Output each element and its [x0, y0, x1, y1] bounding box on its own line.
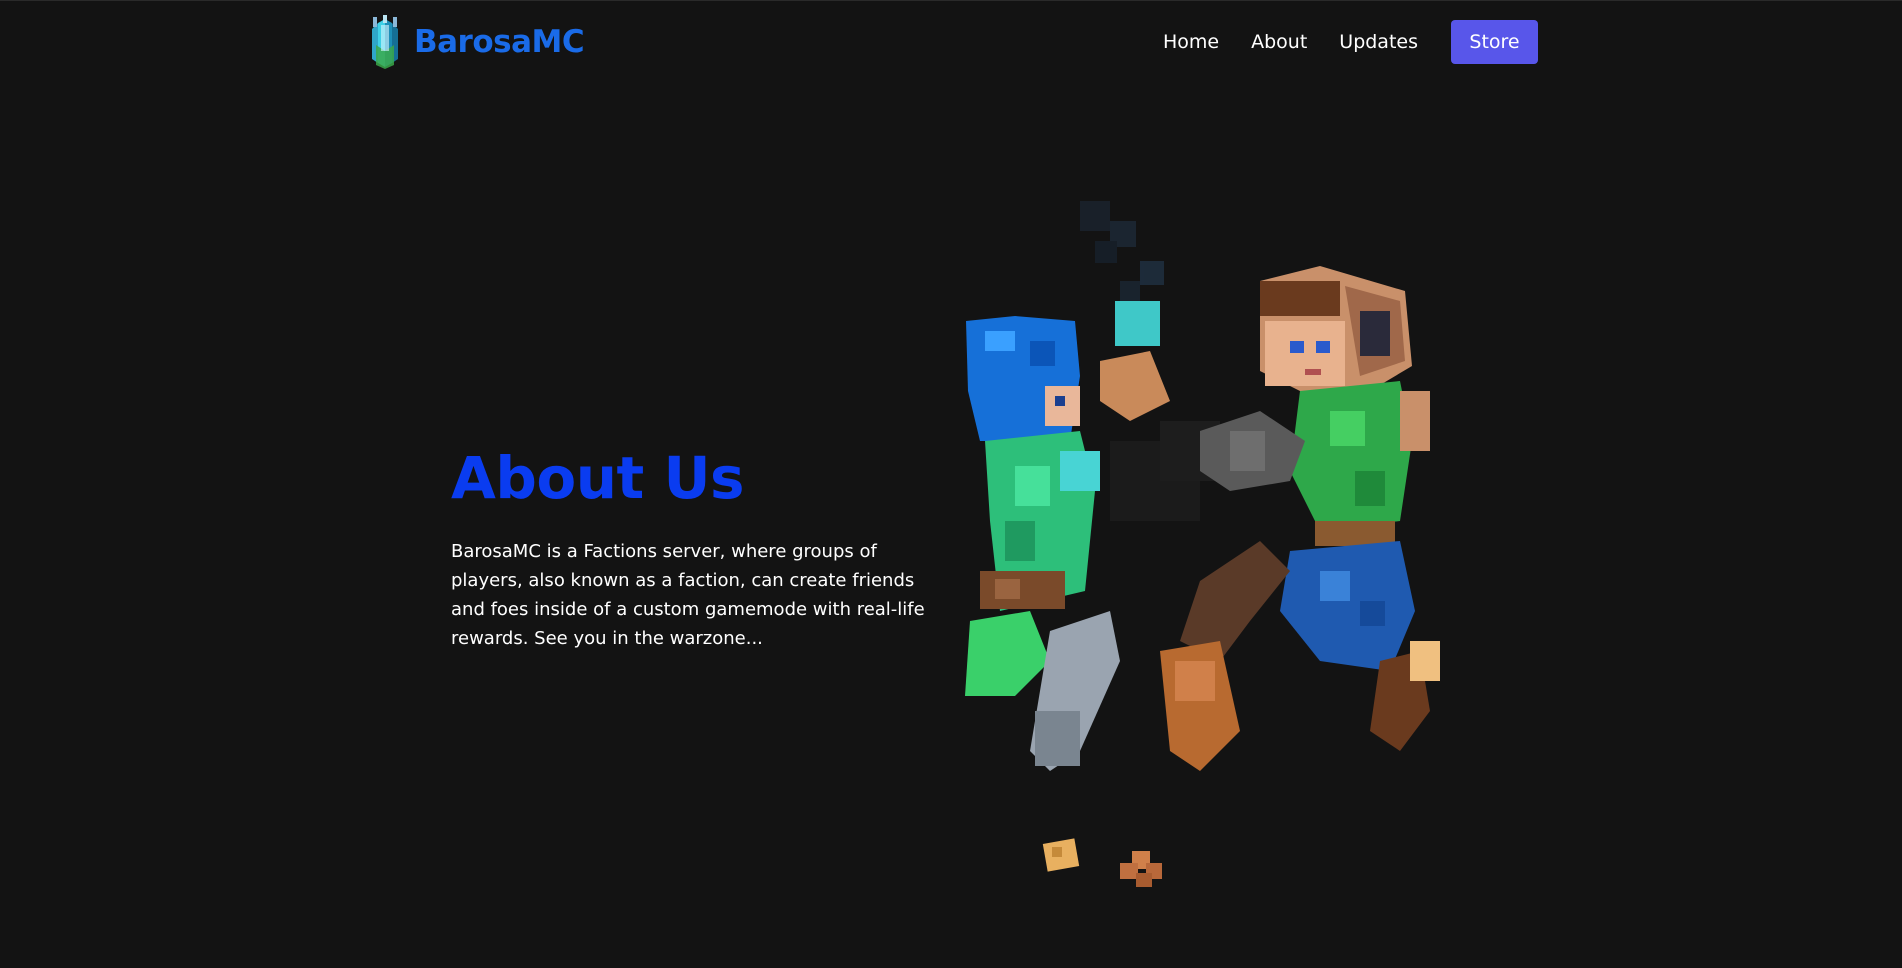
brand-link[interactable]: BarosaMC: [364, 15, 585, 69]
crystal-logo-icon: [372, 15, 398, 69]
nav-home-link[interactable]: Home: [1163, 31, 1219, 53]
nav-updates-link[interactable]: Updates: [1339, 31, 1418, 53]
about-section: About Us BarosaMC is a Factions server, …: [451, 444, 971, 653]
brand-name: BarosaMC: [414, 24, 585, 60]
main-nav: Home About Updates Store: [1163, 20, 1538, 64]
nav-about-link[interactable]: About: [1251, 31, 1307, 53]
minecraft-characters-fighting-illustration: [965, 201, 1440, 887]
page: BarosaMC Home About Updates Store About …: [0, 0, 1902, 968]
about-title: About Us: [451, 444, 745, 512]
about-description: BarosaMC is a Factions server, where gro…: [451, 540, 925, 649]
site-header: BarosaMC Home About Updates Store: [364, 15, 1538, 69]
store-button[interactable]: Store: [1451, 20, 1538, 64]
